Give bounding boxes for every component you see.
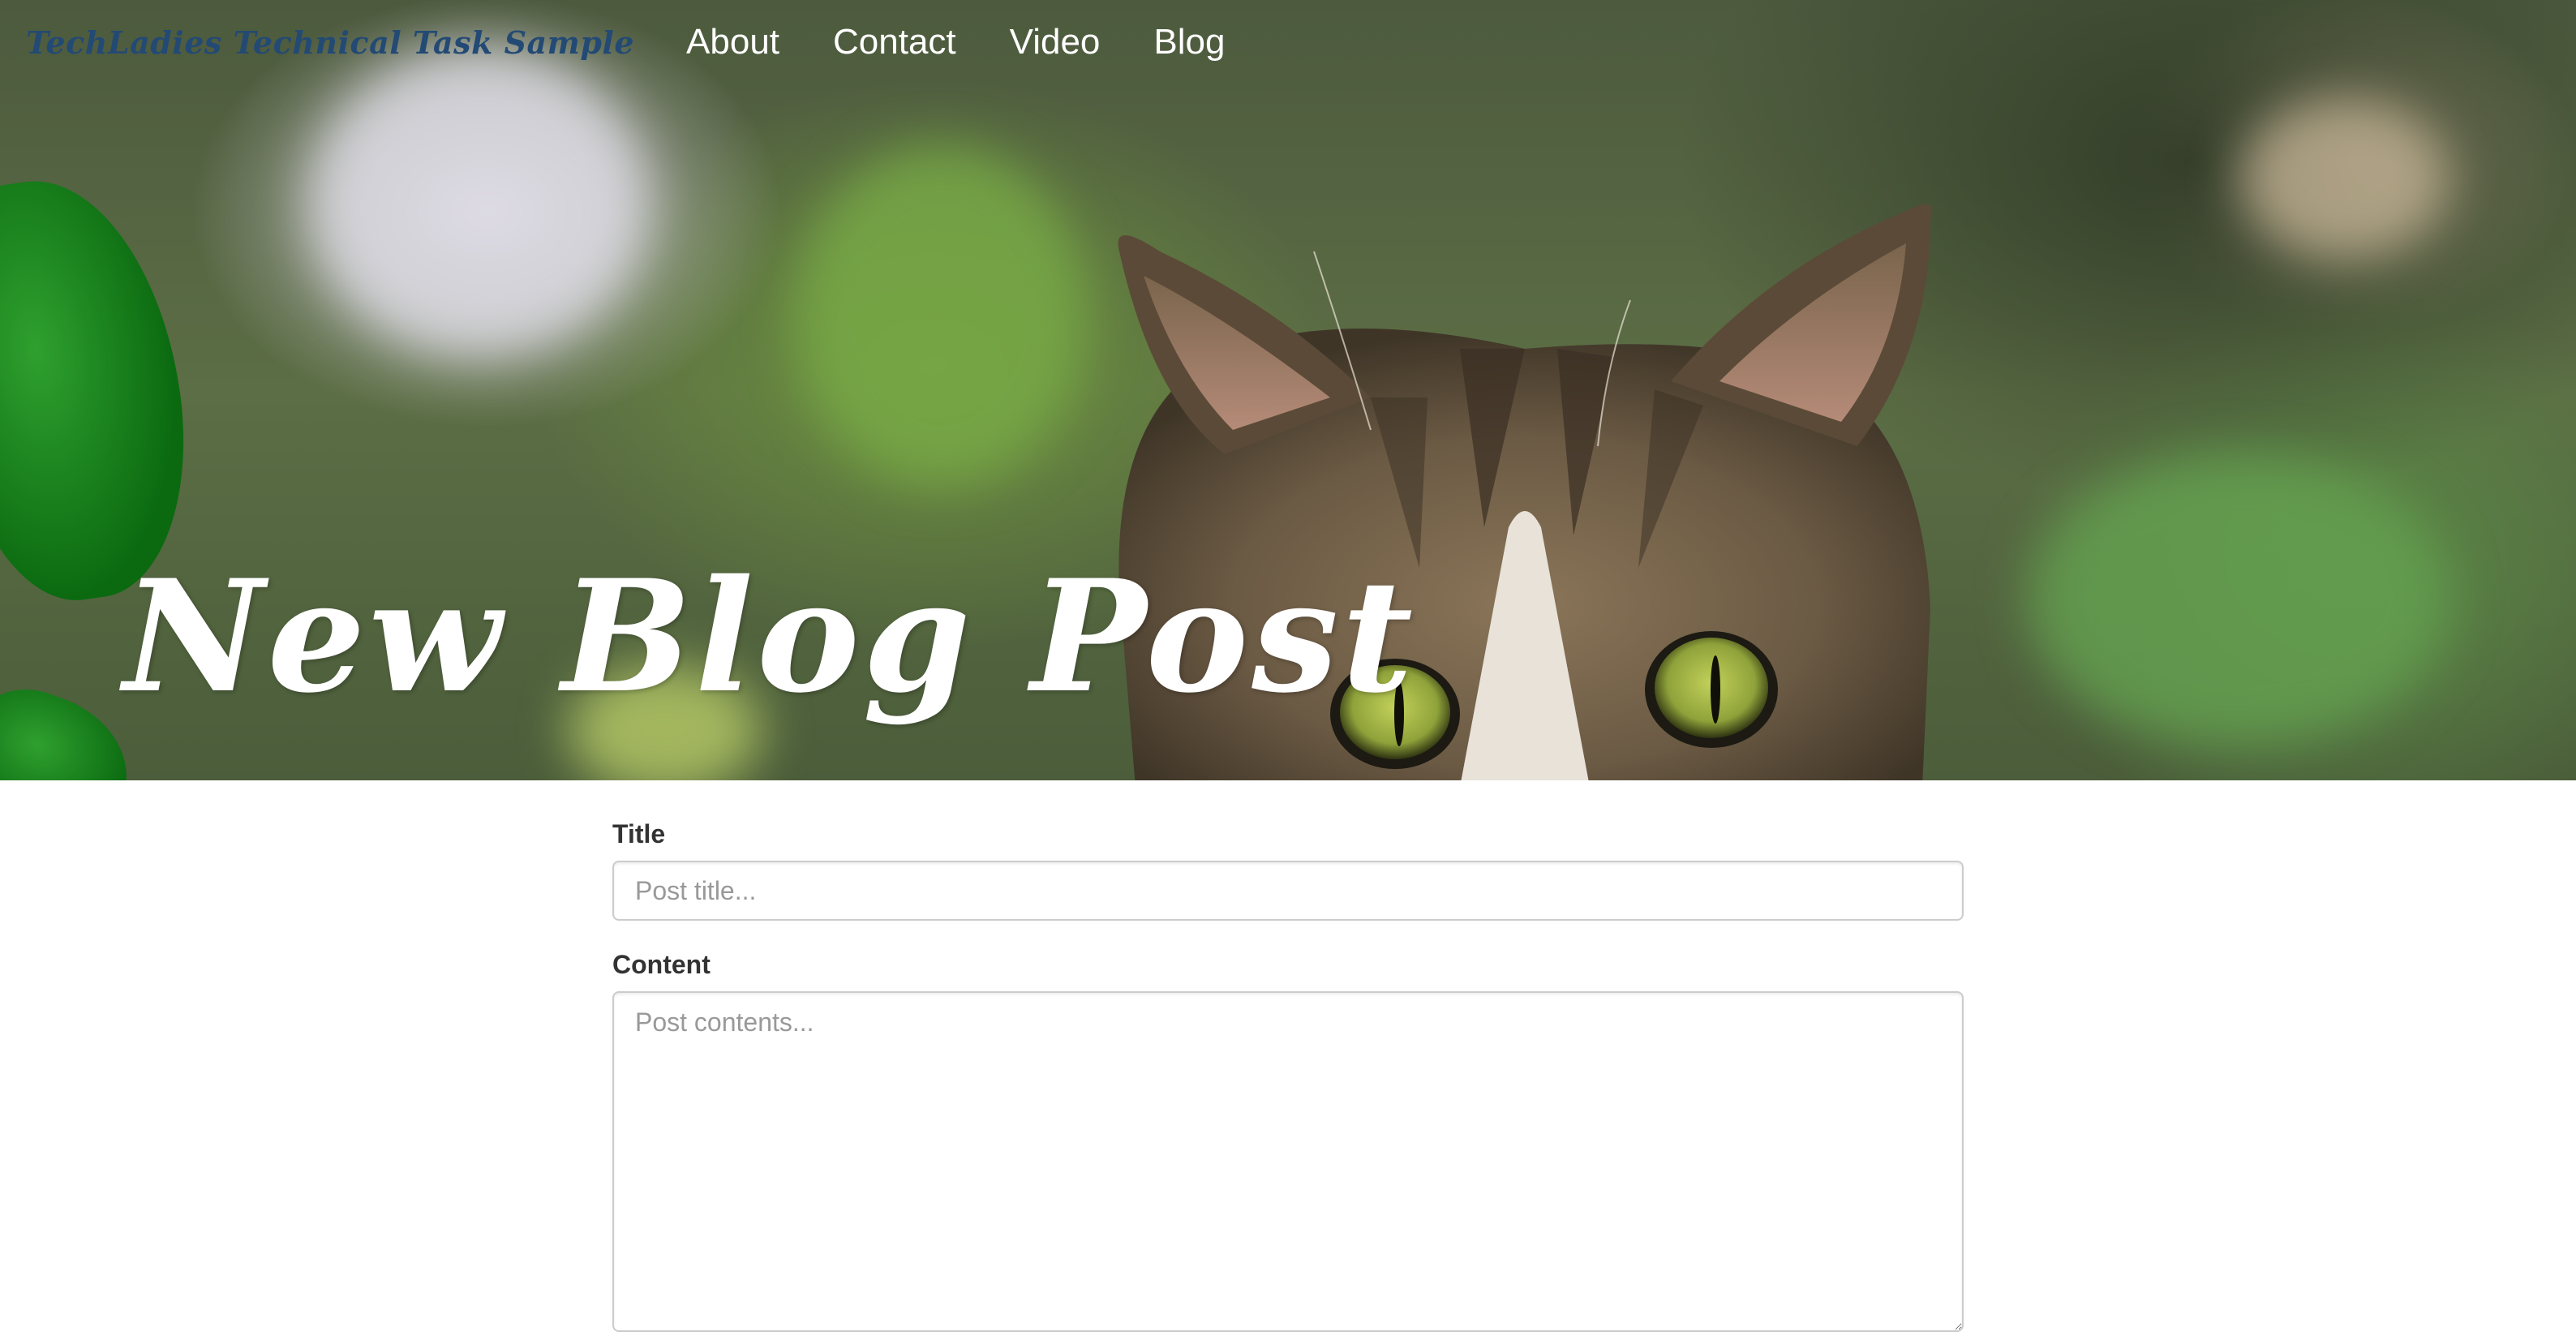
content-label: Content (612, 950, 711, 979)
title-label: Title (612, 819, 666, 848)
bokeh-light (2028, 454, 2449, 746)
post-content-textarea[interactable] (612, 991, 1964, 1332)
bokeh-light (795, 146, 1087, 487)
nav-link-video[interactable]: Video (1010, 22, 1101, 62)
nav-link-contact[interactable]: Contact (833, 22, 956, 62)
site-brand-link[interactable]: TechLadies Technical Task Sample (26, 24, 634, 61)
page-title: New Blog Post (123, 546, 1416, 727)
bokeh-light (308, 49, 649, 357)
top-navigation: TechLadies Technical Task Sample About C… (0, 0, 1278, 84)
bokeh-light (2239, 97, 2449, 260)
hero-banner: TechLadies Technical Task Sample About C… (0, 0, 2576, 780)
new-post-form: Title Content (612, 780, 1964, 1336)
post-title-input[interactable] (612, 861, 1964, 921)
nav-link-blog[interactable]: Blog (1153, 22, 1225, 62)
nav-link-about[interactable]: About (686, 22, 779, 62)
